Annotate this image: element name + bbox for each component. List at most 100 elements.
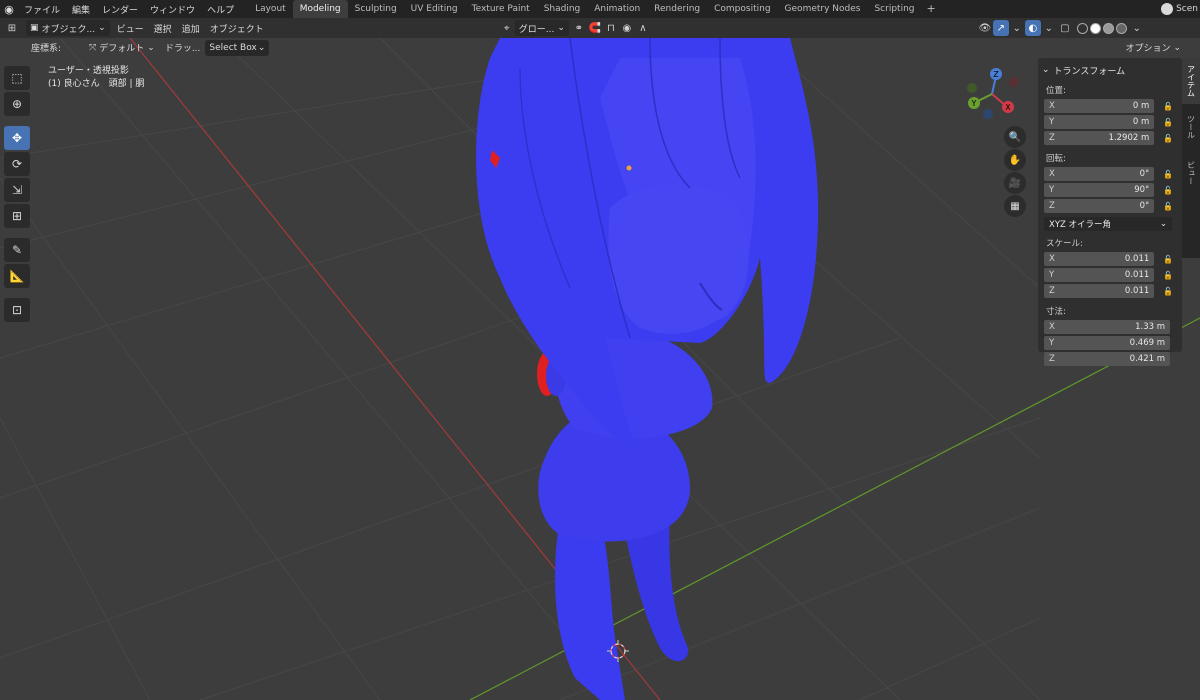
scale-z-field[interactable]: Z 0.011 bbox=[1044, 284, 1155, 298]
options-label: オプション bbox=[1125, 44, 1171, 54]
lock-icon[interactable]: 🔓 bbox=[1160, 287, 1176, 296]
editor-type-icon[interactable]: ⊞ bbox=[4, 20, 20, 36]
perspective-grid-icon[interactable]: ▦ bbox=[1004, 195, 1026, 217]
tab-tool[interactable]: ツール bbox=[1182, 104, 1200, 150]
annotate-tool-icon[interactable]: ✎ bbox=[4, 238, 30, 262]
move-tool-icon[interactable]: ✥ bbox=[4, 126, 30, 150]
tab-scripting[interactable]: Scripting bbox=[867, 0, 921, 18]
snap-icon[interactable]: 🧲 bbox=[587, 20, 603, 36]
falloff-icon[interactable]: ∧ bbox=[635, 20, 651, 36]
scene-label: Scen bbox=[1176, 4, 1198, 14]
field-value: 0.011 bbox=[1124, 270, 1150, 280]
tab-item[interactable]: アイテム bbox=[1182, 58, 1200, 104]
pivot-settings-dropdown[interactable]: ⤧ デフォルト ⌄ bbox=[84, 40, 160, 56]
toolbar-divider bbox=[4, 118, 34, 124]
scene-selector[interactable]: Scen bbox=[1161, 0, 1200, 18]
lock-icon[interactable]: 🔓 bbox=[1160, 170, 1176, 179]
tab-modeling[interactable]: Modeling bbox=[292, 0, 348, 18]
measure-tool-icon[interactable]: 📐 bbox=[4, 264, 30, 288]
lock-icon[interactable]: 🔓 bbox=[1160, 255, 1176, 264]
lock-icon[interactable]: 🔓 bbox=[1160, 118, 1176, 127]
transform-panel-header[interactable]: ⌄ トランスフォーム bbox=[1042, 62, 1176, 78]
transform-panel-title: トランスフォーム bbox=[1053, 66, 1126, 77]
shading-dropdown-icon[interactable]: ⌄ bbox=[1129, 20, 1145, 36]
add-workspace-button[interactable]: + bbox=[922, 0, 941, 18]
menu-select[interactable]: 選択 bbox=[149, 20, 177, 36]
gizmo-y-label: Y bbox=[971, 99, 977, 108]
proportional-edit-icon[interactable]: ◉ bbox=[619, 20, 635, 36]
lock-icon[interactable]: 🔓 bbox=[1160, 102, 1176, 111]
dimensions-x-field[interactable]: X 1.33 m bbox=[1044, 320, 1170, 334]
rotation-mode-dropdown[interactable]: XYZ オイラー角 ⌄ bbox=[1044, 217, 1172, 231]
add-cube-tool-icon[interactable]: ⊡ bbox=[4, 298, 30, 322]
tab-sculpting[interactable]: Sculpting bbox=[348, 0, 404, 18]
select-tool-icon[interactable]: ⬚ bbox=[4, 66, 30, 90]
scale-x-field[interactable]: X 0.011 bbox=[1044, 252, 1155, 266]
visibility-icon[interactable]: 👁 bbox=[977, 20, 993, 36]
mode-dropdown[interactable]: ▣ オブジェク... ⌄ bbox=[26, 20, 110, 36]
location-z-field[interactable]: Z 1.2902 m bbox=[1044, 131, 1155, 145]
menu-file[interactable]: ファイル bbox=[18, 3, 66, 16]
chevron-down-icon: ⌄ bbox=[147, 42, 155, 53]
rotation-x-field[interactable]: X 0° bbox=[1044, 167, 1155, 181]
camera-view-icon[interactable]: 🎥 bbox=[1004, 172, 1026, 194]
menu-help[interactable]: ヘルプ bbox=[201, 3, 240, 16]
object-origin-icon bbox=[626, 165, 632, 171]
gizmo-toggle-icon[interactable]: ↗ bbox=[992, 20, 1009, 36]
pan-hand-icon[interactable]: ✋ bbox=[1004, 149, 1026, 171]
tab-layout[interactable]: Layout bbox=[248, 0, 293, 18]
drag-select-dropdown[interactable]: Select Box ⌄ bbox=[205, 39, 270, 56]
rendered-shading-icon[interactable] bbox=[1115, 22, 1127, 34]
cursor-tool-icon[interactable]: ⊕ bbox=[4, 92, 30, 116]
dimensions-z-field[interactable]: Z 0.421 m bbox=[1044, 352, 1170, 366]
tab-texture-paint[interactable]: Texture Paint bbox=[465, 0, 537, 18]
lock-icon[interactable]: 🔓 bbox=[1160, 134, 1176, 143]
pivot-icon[interactable]: ⚭ bbox=[571, 20, 587, 36]
zoom-icon[interactable]: 🔍 bbox=[1004, 126, 1026, 148]
lock-icon[interactable]: 🔓 bbox=[1160, 202, 1176, 211]
transform-orientation-dropdown[interactable]: グロー... ⌄ bbox=[514, 20, 569, 36]
lock-icon[interactable]: 🔓 bbox=[1160, 186, 1176, 195]
overlay-toggle-icon[interactable]: ◐ bbox=[1024, 20, 1041, 36]
scale-y-field[interactable]: Y 0.011 bbox=[1044, 268, 1155, 282]
menu-window[interactable]: ウィンドウ bbox=[144, 3, 201, 16]
workspace-tabs: Layout Modeling Sculpting UV Editing Tex… bbox=[248, 0, 941, 18]
object-mode-icon: ▣ bbox=[30, 23, 39, 33]
menu-object[interactable]: オブジェクト bbox=[205, 20, 269, 36]
gizmo-dropdown-icon[interactable]: ⌄ bbox=[1009, 20, 1025, 36]
options-dropdown[interactable]: オプション ⌄ bbox=[1120, 40, 1186, 56]
location-x-field[interactable]: X 0 m bbox=[1044, 99, 1155, 113]
tab-rendering[interactable]: Rendering bbox=[647, 0, 707, 18]
overlay-dropdown-icon[interactable]: ⌄ bbox=[1041, 20, 1057, 36]
transform-tool-icon[interactable]: ⊞ bbox=[4, 204, 30, 228]
wireframe-shading-icon[interactable] bbox=[1076, 22, 1088, 34]
rotate-tool-icon[interactable]: ⟳ bbox=[4, 152, 30, 176]
material-shading-icon[interactable] bbox=[1102, 22, 1114, 34]
scale-tool-icon[interactable]: ⇲ bbox=[4, 178, 30, 202]
menu-render[interactable]: レンダー bbox=[96, 3, 144, 16]
tab-shading[interactable]: Shading bbox=[537, 0, 588, 18]
dimensions-y-field[interactable]: Y 0.469 m bbox=[1044, 336, 1170, 350]
orientation-icon[interactable]: ⌖ bbox=[499, 20, 515, 36]
tab-animation[interactable]: Animation bbox=[587, 0, 647, 18]
lock-icon[interactable]: 🔓 bbox=[1160, 271, 1176, 280]
tab-view[interactable]: ビュー bbox=[1182, 150, 1200, 196]
character-model[interactable] bbox=[476, 38, 819, 700]
snap-target-icon[interactable]: ⊓ bbox=[603, 20, 619, 36]
tab-geometry-nodes[interactable]: Geometry Nodes bbox=[778, 0, 868, 18]
rotation-z-row: Z 0° 🔓 bbox=[1044, 198, 1176, 214]
navigation-gizmo[interactable]: Z X Y bbox=[960, 64, 1024, 124]
rotation-y-field[interactable]: Y 90° bbox=[1044, 183, 1155, 197]
menu-add[interactable]: 追加 bbox=[177, 20, 205, 36]
tab-uv-editing[interactable]: UV Editing bbox=[404, 0, 465, 18]
menu-edit[interactable]: 編集 bbox=[66, 3, 96, 16]
location-y-field[interactable]: Y 0 m bbox=[1044, 115, 1155, 129]
menu-view[interactable]: ビュー bbox=[112, 20, 149, 36]
blender-logo-icon[interactable]: ◉ bbox=[0, 0, 18, 18]
solid-shading-icon[interactable] bbox=[1089, 22, 1101, 34]
xray-icon[interactable]: ▢ bbox=[1057, 20, 1073, 36]
rotation-z-field[interactable]: Z 0° bbox=[1044, 199, 1155, 213]
orientation-settings-label: 座標系: bbox=[31, 44, 62, 54]
transform-pivot-icon: ⤧ bbox=[89, 42, 97, 53]
tab-compositing[interactable]: Compositing bbox=[707, 0, 777, 18]
